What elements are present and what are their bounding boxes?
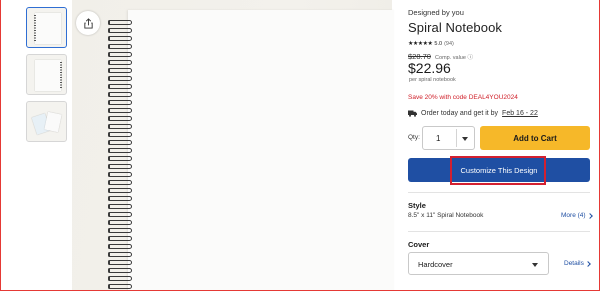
designer-label: Designed by you [408,8,464,17]
notebook-cover [128,10,394,291]
details-label: Details [564,260,584,267]
spiral-loop [108,212,132,217]
divider [408,231,590,232]
spiral-loop [108,220,132,225]
spiral-binding [108,20,133,291]
spiral-loop [108,148,132,153]
more-label: More (4) [561,212,586,219]
spiral-loop [108,188,132,193]
share-button[interactable] [76,11,100,35]
spiral-loop [108,100,132,105]
spiral-loop [108,92,132,97]
spiral-loop [108,156,132,161]
share-icon [83,17,93,29]
chevron-right-icon [586,212,593,219]
price: $22.96 [408,60,451,76]
spiral-loop [108,236,132,241]
cover-details-link[interactable]: Details [564,260,591,267]
spiral-loop [108,140,132,145]
spiral-loop [108,36,132,41]
spiral-loop [108,164,132,169]
qty-label: Qty: [408,134,420,141]
delivery-info: Order today and get it by Feb 16 - 22 [408,110,538,117]
cover-value: Hardcover [418,260,453,269]
promo-text: Save 20% with code DEAL4YOU2024 [408,94,518,101]
spiral-loop [108,52,132,57]
delivery-date-link[interactable]: Feb 16 - 22 [502,110,538,117]
spiral-loop [108,276,132,281]
rating[interactable]: ★★★★★ 5.0 (94) [408,40,454,48]
spiral-loop [108,196,132,201]
spiral-loop [108,68,132,73]
highlight-box [450,156,546,185]
chevron-down-icon [532,263,538,267]
spiral-loop [108,84,132,89]
spiral-loop [108,284,132,289]
style-label: Style [408,201,426,210]
spiral-loop [108,76,132,81]
spiral-loop [108,124,132,129]
spiral-loop [108,244,132,249]
truck-icon [408,110,417,117]
style-value: 8.5" x 11" Spiral Notebook [408,212,484,219]
spiral-loop [108,172,132,177]
chevron-right-icon [585,260,591,267]
chevron-down-icon [462,137,468,141]
rating-value: 5.0 [434,40,443,47]
spiral-loop [108,204,132,209]
product-title: Spiral Notebook [408,20,502,35]
rating-stars-icon: ★★★★★ [408,41,433,47]
cover-label: Cover [408,240,430,249]
cover-select[interactable]: Hardcover [408,252,549,275]
delivery-text: Order today and get it by [421,110,499,117]
spiral-loop [108,228,132,233]
thumbnail-open[interactable] [26,101,67,142]
add-to-cart-button[interactable]: Add to Cart [480,126,590,150]
thumbnail-angle[interactable] [26,54,67,95]
divider [408,192,590,193]
price-unit: per spiral notebook [409,77,456,83]
rating-count: (94) [444,40,454,47]
spiral-loop [108,60,132,65]
spiral-loop [108,44,132,49]
spiral-loop [108,260,132,265]
spiral-loop [108,252,132,257]
spiral-loop [108,132,132,137]
spiral-loop [108,108,132,113]
qty-select[interactable]: 1 [422,126,475,150]
spiral-loop [108,116,132,121]
spiral-loop [108,28,132,33]
qty-value: 1 [436,134,441,143]
style-more-link[interactable]: More (4) [561,212,593,219]
spiral-loop [108,268,132,273]
thumbnail-front[interactable] [26,7,67,48]
thumbnail-list [26,7,67,148]
spiral-loop [108,20,132,25]
spiral-loop [108,180,132,185]
